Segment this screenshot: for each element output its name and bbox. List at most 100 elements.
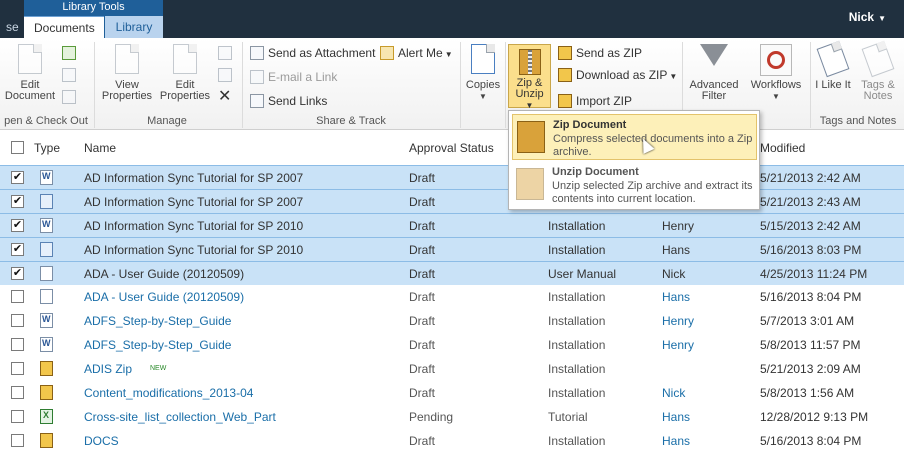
check-out-icon	[62, 45, 76, 60]
divider	[94, 42, 95, 128]
check-out-button[interactable]	[62, 44, 80, 62]
send-as-zip-button[interactable]: Send as ZIP	[558, 44, 642, 62]
chevron-down-icon: ▼	[878, 14, 886, 23]
row-checkbox[interactable]: ✔	[11, 267, 24, 280]
check-in-button[interactable]	[62, 66, 80, 84]
category-cell: Installation	[548, 362, 606, 376]
i-like-it-button[interactable]: I Like It	[814, 40, 852, 91]
select-all-checkbox[interactable]	[11, 141, 24, 154]
person-link[interactable]: Henry	[662, 309, 694, 333]
send-as-attachment-button[interactable]: Send as Attachment	[250, 44, 375, 62]
send-links-button[interactable]: Send Links	[250, 92, 327, 110]
copies-button[interactable]: Copies ▼	[463, 44, 503, 102]
version-history-icon	[218, 45, 232, 60]
row-checkbox[interactable]	[11, 386, 24, 399]
column-name[interactable]: Name	[84, 141, 116, 155]
row-checkbox[interactable]	[11, 362, 24, 375]
menu-item-zip-document[interactable]: Zip Document Compress selected documents…	[512, 114, 757, 160]
column-approval-status[interactable]: Approval Status	[409, 141, 494, 155]
document-name-link[interactable]: ADFS_Step-by-Step_Guide	[84, 333, 231, 357]
library-tools-label: Library Tools	[62, 1, 125, 13]
delete-button[interactable]: ✕	[218, 88, 231, 106]
table-row[interactable]: ADFS_Step-by-Step_Guide Draft Installation…	[0, 333, 904, 357]
table-row[interactable]: ✔ ADA - User Guide (20120509) Draft User Ma…	[0, 261, 904, 285]
person-link[interactable]: Hans	[662, 429, 690, 453]
zip-unzip-button[interactable]: Zip & Unzip ▼	[508, 44, 551, 110]
column-modified[interactable]: Modified	[760, 141, 805, 155]
column-type[interactable]: Type	[34, 141, 60, 155]
table-row[interactable]: Cross-site_list_collection_Web_Part Pendi…	[0, 405, 904, 429]
divider	[242, 42, 243, 128]
import-zip-button[interactable]: Import ZIP	[558, 92, 632, 110]
person-link[interactable]: Nick	[662, 381, 685, 405]
document-name-link[interactable]: ADA - User Guide (20120509)	[84, 262, 244, 286]
document-name-link[interactable]: Cross-site_list_collection_Web_Part	[84, 405, 276, 429]
email-link-button[interactable]: E-mail a Link	[250, 68, 337, 86]
document-name-link[interactable]: AD Information Sync Tutorial for SP 2007	[84, 190, 303, 214]
category-cell: Installation	[548, 290, 606, 304]
workflows-button[interactable]: Workflows ▼	[745, 44, 807, 102]
document-name-link[interactable]: AD Information Sync Tutorial for SP 2007	[84, 166, 303, 190]
person-link[interactable]: Henry	[662, 214, 694, 238]
menu-item-unzip-document[interactable]: Unzip Document Unzip selected Zip archiv…	[512, 162, 757, 208]
tab-documents[interactable]: Documents	[24, 16, 104, 38]
user-menu[interactable]: Nick ▼	[849, 10, 886, 24]
discard-checkout-button[interactable]	[62, 88, 80, 106]
document-name-link[interactable]: ADA - User Guide (20120509)	[84, 285, 244, 309]
row-checkbox[interactable]	[11, 410, 24, 423]
person-link[interactable]: Nick	[662, 262, 685, 286]
category-cell: Installation	[548, 338, 606, 352]
table-row[interactable]: ADFS_Step-by-Step_Guide Draft Installation…	[0, 309, 904, 333]
person-link[interactable]: Hans	[662, 285, 690, 309]
permissions-button[interactable]	[218, 66, 236, 84]
row-checkbox[interactable]: ✔	[11, 219, 24, 232]
tags-notes-button[interactable]: Tags & Notes	[856, 40, 900, 102]
word-file-icon	[40, 218, 53, 233]
row-checkbox[interactable]	[11, 290, 24, 303]
row-checkbox[interactable]: ✔	[11, 171, 24, 184]
table-row[interactable]: ADIS Zip NEW Draft Installation 5/21/2013 2:…	[0, 357, 904, 381]
person-link[interactable]: Hans	[662, 405, 690, 429]
row-checkbox[interactable]	[11, 434, 24, 447]
document-name-link[interactable]: Content_modifications_2013-04	[84, 381, 253, 405]
table-row[interactable]: ✔ AD Information Sync Tutorial for SP 201…	[0, 237, 904, 261]
table-row[interactable]: ✔ AD Information Sync Tutorial for SP 200…	[0, 189, 904, 213]
table-row[interactable]: DOCS Draft Installation Hans 5/16/2013 8:04 …	[0, 429, 904, 453]
document-name-link[interactable]: AD Information Sync Tutorial for SP 2010	[84, 214, 303, 238]
import-zip-icon	[558, 93, 572, 108]
modified-date: 5/16/2013 8:03 PM	[760, 243, 862, 257]
divider	[460, 42, 461, 128]
view-properties-icon	[111, 44, 143, 76]
zip-document-title: Zip Document	[553, 119, 627, 131]
category-cell: Tutorial	[548, 410, 588, 424]
document-name-link[interactable]: DOCS	[84, 429, 119, 453]
tab-browse-partial[interactable]: se	[0, 16, 25, 38]
group-share-track: Share & Track	[316, 115, 386, 127]
tab-library[interactable]: Library	[105, 16, 163, 38]
tags-notes-label: Tags & Notes	[861, 79, 895, 102]
person-link[interactable]: Hans	[662, 238, 690, 262]
document-name-link[interactable]: ADFS_Step-by-Step_Guide	[84, 309, 231, 333]
approval-status: Draft	[409, 338, 436, 352]
table-row[interactable]: Content_modifications_2013-04 Draft Instal…	[0, 381, 904, 405]
document-name-link[interactable]: ADIS Zip	[84, 357, 132, 381]
version-history-button[interactable]	[218, 44, 236, 62]
person-link[interactable]: Henry	[662, 333, 694, 357]
table-row[interactable]: ✔ AD Information Sync Tutorial for SP 200…	[0, 165, 904, 189]
edit-properties-button[interactable]: Edit Properties	[156, 44, 214, 102]
row-checkbox[interactable]	[11, 314, 24, 327]
zip-file-icon	[40, 361, 53, 376]
view-properties-button[interactable]: View Properties	[98, 44, 156, 102]
table-row[interactable]: ADA - User Guide (20120509) Draft Installa…	[0, 285, 904, 309]
download-as-zip-button[interactable]: Download as ZIP ▼	[558, 66, 677, 84]
row-checkbox[interactable]: ✔	[11, 243, 24, 256]
advanced-filter-button[interactable]: Advanced Filter	[686, 44, 742, 102]
document-name-link[interactable]: AD Information Sync Tutorial for SP 2010	[84, 238, 303, 262]
edit-document-button[interactable]: Edit Document	[2, 44, 58, 102]
attachment-icon	[250, 45, 264, 60]
alert-me-button[interactable]: Alert Me ▼	[380, 44, 453, 62]
table-row[interactable]: ✔ AD Information Sync Tutorial for SP 201…	[0, 213, 904, 237]
row-checkbox[interactable]: ✔	[11, 195, 24, 208]
approval-status: Draft	[409, 219, 436, 233]
row-checkbox[interactable]	[11, 338, 24, 351]
